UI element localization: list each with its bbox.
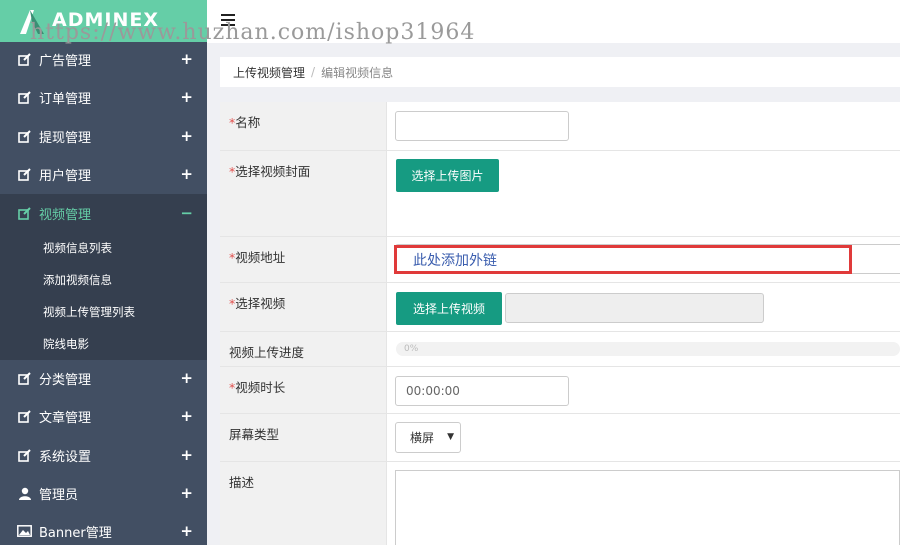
expand-icon[interactable]: + <box>180 50 193 68</box>
caret-down-icon: ▼ <box>447 432 454 442</box>
sidebar-subitem-upload-list[interactable]: 视频上传管理列表 <box>0 296 207 328</box>
label-text: 名称 <box>235 115 261 130</box>
expand-icon[interactable]: + <box>180 88 193 106</box>
sidebar-item-categories[interactable]: 分类管理 + <box>0 359 207 397</box>
expand-icon[interactable]: + <box>180 446 193 464</box>
sidebar: ADMINEX 广告管理 + 订单管理 + 提现管理 + 用户管理 + 视频管理… <box>0 0 207 545</box>
sidebar-item-label: 订单管理 <box>39 91 92 107</box>
form-row-progress: 视频上传进度 0% <box>220 332 900 367</box>
expand-icon[interactable]: + <box>180 484 193 502</box>
subitem-label: 视频信息列表 <box>43 241 112 255</box>
label-text: 视频地址 <box>235 250 286 265</box>
name-input[interactable] <box>395 111 569 141</box>
form-label: *选择视频封面 <box>220 151 387 236</box>
form-label: *名称 <box>220 102 387 150</box>
expand-icon[interactable]: + <box>180 522 193 540</box>
edit-icon <box>17 448 32 462</box>
sidebar-item-label: 管理员 <box>39 487 79 503</box>
form-row-duration: *视频时长 00:00:00 <box>220 367 900 414</box>
label-text: 选择视频 <box>235 296 286 311</box>
progress-text: 0% <box>404 344 419 354</box>
sidebar-item-withdraw[interactable]: 提现管理 + <box>0 117 207 155</box>
form-label: *选择视频 <box>220 283 387 331</box>
sidebar-item-label: 系统设置 <box>39 449 92 465</box>
label-text: 视频时长 <box>235 380 286 395</box>
collapse-icon[interactable]: − <box>180 204 193 222</box>
sidebar-subitem-video-list[interactable]: 视频信息列表 <box>0 232 207 264</box>
form-row-cover: *选择视频封面 选择上传图片 <box>220 151 900 237</box>
annotation-text: 此处添加外链 <box>413 252 497 269</box>
label-text: 视频上传进度 <box>229 345 305 360</box>
breadcrumb-parent[interactable]: 上传视频管理 <box>233 64 305 81</box>
upload-video-button[interactable]: 选择上传视频 <box>396 292 502 325</box>
form-label: *视频地址 <box>220 237 387 282</box>
label-text: 选择视频封面 <box>235 164 311 179</box>
select-value: 横屏 <box>410 431 435 445</box>
sidebar-item-label: 用户管理 <box>39 168 92 184</box>
edit-icon <box>17 371 32 385</box>
expand-icon[interactable]: + <box>180 127 193 145</box>
sidebar-subitem-add-video[interactable]: 添加视频信息 <box>0 264 207 296</box>
sidebar-item-label: Banner管理 <box>39 525 112 541</box>
duration-input[interactable]: 00:00:00 <box>395 376 569 406</box>
sidebar-item-orders[interactable]: 订单管理 + <box>0 78 207 116</box>
form-row-video: *选择视频 选择上传视频 <box>220 283 900 332</box>
edit-icon <box>17 90 32 104</box>
sidebar-item-label: 视频管理 <box>39 207 92 223</box>
subitem-label: 视频上传管理列表 <box>43 305 135 319</box>
form-label: 描述 <box>220 462 387 545</box>
expand-icon[interactable]: + <box>180 369 193 387</box>
label-text: 描述 <box>229 475 255 490</box>
sidebar-item-settings[interactable]: 系统设置 + <box>0 436 207 474</box>
breadcrumb-separator: / <box>311 65 316 79</box>
form-label: 视频上传进度 <box>220 332 387 366</box>
image-icon <box>17 524 32 538</box>
sidebar-item-articles[interactable]: 文章管理 + <box>0 397 207 435</box>
user-icon <box>17 486 32 500</box>
subitem-label: 添加视频信息 <box>43 273 112 287</box>
sidebar-item-users[interactable]: 用户管理 + <box>0 155 207 193</box>
label-text: 屏幕类型 <box>229 427 280 442</box>
form-label: *视频时长 <box>220 367 387 413</box>
edit-icon <box>17 409 32 423</box>
watermark: https://www.huzhan.com/ishop31964 <box>30 20 476 45</box>
upload-image-button[interactable]: 选择上传图片 <box>396 159 499 192</box>
edit-icon <box>17 167 32 181</box>
edit-icon <box>17 52 32 66</box>
edit-video-form: *名称 *选择视频封面 选择上传图片 *视频地址 *选择视频 选择上传视频 视频… <box>220 102 900 545</box>
form-label: 屏幕类型 <box>220 414 387 461</box>
screen-type-select[interactable]: 横屏 ▼ <box>395 422 461 453</box>
video-file-field <box>505 293 764 323</box>
breadcrumb-current: 编辑视频信息 <box>321 65 394 80</box>
annotation-highlight: 此处添加外链 <box>394 245 852 274</box>
expand-icon[interactable]: + <box>180 165 193 183</box>
sidebar-item-label: 文章管理 <box>39 410 92 426</box>
sidebar-item-label: 广告管理 <box>39 53 92 69</box>
form-row-screen: 屏幕类型 横屏 ▼ <box>220 414 900 462</box>
edit-icon <box>17 129 32 143</box>
form-row-name: *名称 <box>220 102 900 151</box>
expand-icon[interactable]: + <box>180 407 193 425</box>
form-row-description: 描述 <box>220 462 900 545</box>
breadcrumb: 上传视频管理 / 编辑视频信息 <box>220 57 900 87</box>
upload-progress-bar: 0% <box>396 342 900 356</box>
sidebar-subitem-cinema[interactable]: 院线电影 <box>0 328 207 360</box>
sidebar-item-label: 分类管理 <box>39 372 92 388</box>
edit-icon <box>17 206 32 220</box>
subitem-label: 院线电影 <box>43 337 89 351</box>
sidebar-item-label: 提现管理 <box>39 130 92 146</box>
description-textarea[interactable] <box>395 470 900 545</box>
sidebar-item-ads[interactable]: 广告管理 + <box>0 40 207 78</box>
sidebar-item-banner[interactable]: Banner管理 + <box>0 512 207 545</box>
sidebar-item-admins[interactable]: 管理员 + <box>0 474 207 512</box>
sidebar-item-videos[interactable]: 视频管理 − <box>0 194 207 232</box>
